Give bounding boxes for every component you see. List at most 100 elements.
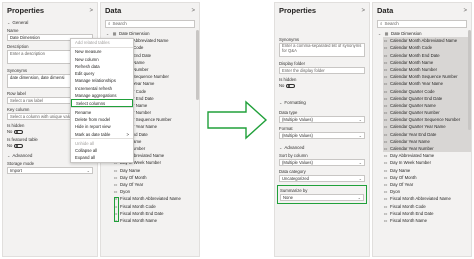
synonyms-input[interactable]: Enter a comma-separated list of synonyms…	[279, 43, 365, 57]
field-row[interactable]: ▭ Day Name	[383, 167, 471, 174]
field-row[interactable]: ▭ Fiscal Month Code	[383, 203, 471, 210]
field-row[interactable]: ▭ Calendar Month Number	[383, 65, 471, 74]
sort-by-select[interactable]: (Multiple Values) ⌄	[279, 159, 365, 166]
table-name: Date Dimension	[119, 31, 150, 36]
summarize-by-highlight: Summarize by None ⌄	[277, 185, 367, 204]
field-row[interactable]: ▭ Day Of Month	[113, 174, 199, 181]
menu-item[interactable]: Incremental refresh	[71, 85, 133, 92]
toggle-switch[interactable]	[14, 143, 24, 148]
menu-item[interactable]: Refresh data	[71, 63, 133, 70]
field-row[interactable]: ▭ Calendar Quarter End Date	[383, 94, 471, 102]
sigma-icon: ▭	[113, 167, 118, 173]
menu-item[interactable]: Delete from model	[71, 116, 133, 123]
advanced-section-label: Advanced	[12, 153, 33, 158]
table-row[interactable]: ⌄ ▦ Date Dimension	[373, 30, 471, 37]
field-name: Calendar Quarter Year Name	[390, 124, 446, 130]
chevron-down-icon: ⌄	[86, 168, 90, 173]
sigma-icon: ▭	[383, 181, 388, 187]
display-folder-input[interactable]: Enter the display folder	[279, 67, 365, 74]
field-row[interactable]: ▭ Calendar Month Abbreviated Name	[383, 37, 471, 45]
field-row[interactable]: ▭ Fiscal Month Name	[113, 217, 199, 224]
menu-item[interactable]: Select columns	[71, 99, 133, 107]
field-row[interactable]: ▭ Fiscal Month Code	[113, 203, 199, 210]
field-row[interactable]: ▭ Dyon	[383, 188, 471, 195]
field-row[interactable]: ▭ Calendar Quarter Code	[383, 87, 471, 95]
field-name: Fiscal Month Abbreviated Name	[390, 196, 451, 202]
format-select[interactable]: (Multiple Values) ⌄	[279, 132, 365, 139]
field-name: Day Of Year	[390, 181, 414, 187]
field-row[interactable]: ▭ Calendar Month Year Name	[383, 80, 471, 88]
is-hidden-toggle[interactable]: No	[279, 83, 365, 88]
field-name: Dyon	[120, 189, 131, 195]
field-row[interactable]: ▭ Calendar Year Name	[383, 137, 471, 145]
toggle-switch[interactable]	[14, 129, 24, 134]
menu-item[interactable]: New column	[71, 56, 133, 63]
scrollbar[interactable]	[196, 30, 199, 100]
sigma-icon: ▭	[383, 174, 388, 180]
search-input[interactable]: ⌕ Search	[377, 20, 467, 28]
search-input[interactable]: ⌕ Search	[105, 20, 195, 28]
properties-header: Properties >	[3, 3, 97, 18]
collapse-chevron-icon[interactable]: >	[191, 8, 195, 14]
field-row[interactable]: ▭ Calendar Month Name	[383, 58, 471, 66]
field-row[interactable]: ▭ Day Name	[113, 167, 199, 174]
properties-title: Properties	[279, 6, 317, 15]
field-name: Calendar Quarter Number	[390, 110, 440, 116]
general-section[interactable]: ⌄ General	[3, 18, 97, 27]
collapse-chevron-icon[interactable]: >	[89, 8, 93, 14]
menu-item[interactable]: Collapse all	[71, 147, 133, 154]
field-row[interactable]: ▭ Day Of Year	[113, 181, 199, 188]
field-row[interactable]: ▭Day Abbreviated Name	[383, 152, 471, 159]
data-category-select[interactable]: Uncategorized ⌄	[279, 175, 365, 182]
field-row[interactable]: ▭ Day Of Month	[383, 174, 471, 181]
field-row[interactable]: ▭ Fiscal Month Name	[383, 217, 471, 224]
toggle-switch[interactable]	[286, 83, 296, 88]
field-row[interactable]: ▭ Fiscal Month Abbreviated Name	[383, 195, 471, 202]
field-row[interactable]: ▭ Day In Week Number	[383, 159, 471, 166]
collapse-chevron-icon[interactable]: >	[361, 8, 365, 14]
sigma-icon: ▭	[383, 160, 388, 166]
table-row[interactable]: ⌄ ▦ Date Dimension	[101, 30, 199, 37]
formatting-section[interactable]: ⌄ Formatting	[275, 98, 369, 107]
chevron-down-icon: ⌄	[358, 117, 362, 122]
storage-mode-select[interactable]: Import ⌄	[7, 167, 93, 174]
field-row[interactable]: ▭ Fiscal Month Abbreviated Name	[113, 195, 199, 202]
data-type-select[interactable]: (Multiple Values) ⌄	[279, 116, 365, 123]
field-name: Day Abbreviated Name	[390, 153, 435, 159]
chevron-down-icon: ⌄	[358, 133, 362, 138]
field-row[interactable]: ▭ Calendar Quarter Sequence Number	[383, 116, 471, 124]
menu-item[interactable]: Edit query	[71, 70, 133, 77]
field-row[interactable]: ▭ Fiscal Month End Date	[113, 210, 199, 217]
sigma-icon: ▭	[383, 153, 388, 159]
field-name: Calendar Month Name	[390, 59, 434, 65]
menu-item: Add related tables	[71, 39, 133, 46]
scrollbar[interactable]	[468, 30, 471, 130]
menu-item[interactable]: Expand all	[71, 154, 133, 161]
field-row[interactable]: ▭ Calendar Quarter Number	[383, 109, 471, 117]
advanced-section[interactable]: ⌄ Advanced	[275, 143, 369, 152]
field-row[interactable]: ▭ Calendar Month Code	[383, 44, 471, 52]
menu-item[interactable]: New measure	[71, 48, 133, 55]
menu-item[interactable]: Manage aggregations	[71, 92, 133, 99]
menu-item[interactable]: Manage relationships	[71, 77, 133, 84]
field-row[interactable]: ▭ Calendar Year Number	[383, 145, 471, 153]
menu-item[interactable]: Rename	[71, 109, 133, 116]
field-row[interactable]: ▭ Calendar Quarter Year Name	[383, 123, 471, 131]
field-row[interactable]: ▭ Day Of Year	[383, 181, 471, 188]
field-row[interactable]: ▭ Calendar Month End Date	[383, 51, 471, 59]
field-name: Calendar Month Year Name	[390, 81, 444, 87]
field-row[interactable]: ▭ Calendar Year End Date	[383, 130, 471, 138]
field-row[interactable]: ▭ Dyon	[113, 188, 199, 195]
field-name: Day Name	[390, 167, 411, 173]
field-name: Fiscal Month End Date	[120, 210, 164, 216]
field-row[interactable]: ▭ Calendar Quarter Name	[383, 101, 471, 110]
caret-down-icon: ⌄	[279, 100, 283, 105]
menu-item[interactable]: Mark as date table >	[71, 131, 133, 138]
summarize-by-select[interactable]: None ⌄	[280, 194, 364, 201]
synonyms-placeholder: Enter a comma-separated list of synonyms…	[282, 43, 362, 53]
collapse-chevron-icon[interactable]: >	[463, 8, 467, 14]
field-row[interactable]: ▭ Calendar Month Sequence Number	[383, 73, 471, 81]
format-value: (Multiple Values)	[282, 133, 313, 138]
field-row[interactable]: ▭ Fiscal Month End Date	[383, 210, 471, 217]
menu-item[interactable]: Hide in report view	[71, 123, 133, 130]
